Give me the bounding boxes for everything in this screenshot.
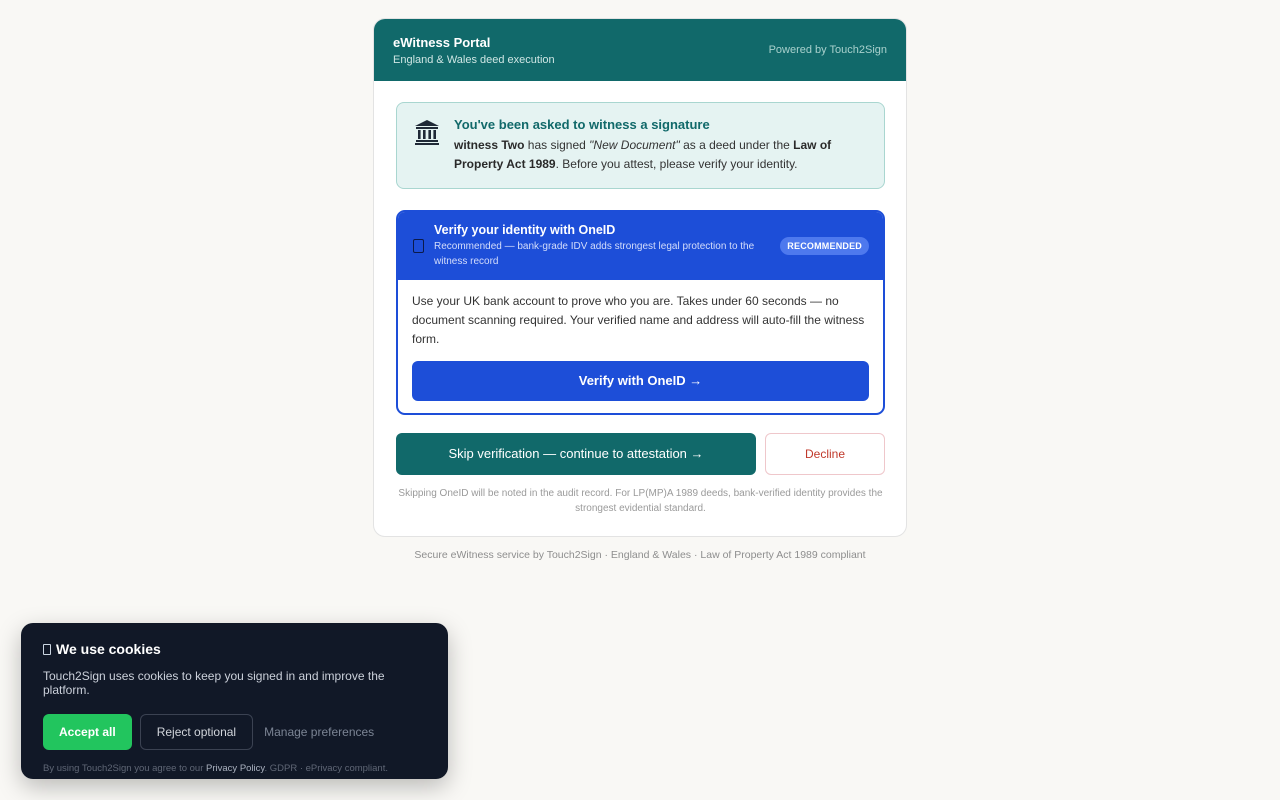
notice-text-3: . Before you attest, please verify your … <box>555 157 798 171</box>
notice-body: witness Two has signed "New Document" as… <box>454 136 868 174</box>
document-name: "New Document" <box>589 138 680 152</box>
manage-preferences-link[interactable]: Manage preferences <box>264 725 374 739</box>
card-header: eWitness Portal England & Wales deed exe… <box>374 19 906 81</box>
audit-note: Skipping OneID will be noted in the audi… <box>398 488 883 514</box>
notice-text-2: as a deed under the <box>679 138 794 152</box>
cookie-banner: We use cookies Touch2Sign uses cookies t… <box>21 623 448 779</box>
ewitness-card: eWitness Portal England & Wales deed exe… <box>373 18 907 537</box>
cookie-icon <box>43 643 51 655</box>
oneid-panel: Verify your identity with OneID Recommen… <box>396 210 885 415</box>
powered-by: Powered by Touch2Sign <box>768 44 887 56</box>
oneid-title: Verify your identity with OneID <box>434 223 616 237</box>
oneid-header: Verify your identity with OneID Recommen… <box>398 212 883 280</box>
phone-icon <box>413 239 424 253</box>
notice-title: You've been asked to witness a signature <box>454 117 710 132</box>
cookie-text: Touch2Sign uses cookies to keep you sign… <box>43 669 385 697</box>
portal-title: eWitness Portal <box>393 34 491 50</box>
legal-suffix: . GDPR · ePrivacy compliant. <box>264 763 388 774</box>
cookie-title: We use cookies <box>56 641 161 657</box>
skip-verification-button[interactable]: Skip verification — continue to attestat… <box>396 433 756 475</box>
reject-optional-button[interactable]: Reject optional <box>139 714 254 750</box>
decline-button[interactable]: Decline <box>765 433 885 475</box>
signer-name: witness Two <box>454 138 525 152</box>
notice-text-1: has signed <box>524 138 590 152</box>
portal-subtitle: England & Wales deed execution <box>393 53 555 66</box>
cookie-legal: By using Touch2Sign you agree to our Pri… <box>43 763 426 774</box>
legal-prefix: By using Touch2Sign you agree to our <box>43 763 207 774</box>
witness-request-notice: You've been asked to witness a signature… <box>396 102 885 189</box>
recommended-badge: RECOMMENDED <box>780 237 869 255</box>
verify-oneid-button[interactable]: Verify with OneID → <box>412 361 869 401</box>
cookie-title-row: We use cookies <box>43 641 426 657</box>
privacy-policy-link[interactable]: Privacy Policy <box>206 763 264 774</box>
cookie-actions: Accept all Reject optional Manage prefer… <box>43 714 426 750</box>
bank-building-icon <box>415 120 439 145</box>
accept-all-button[interactable]: Accept all <box>43 714 132 750</box>
oneid-description: Use your UK bank account to prove who yo… <box>412 294 865 346</box>
page-footer: Secure eWitness service by Touch2Sign · … <box>414 549 866 561</box>
brand: eWitness Portal England & Wales deed exe… <box>393 35 555 66</box>
oneid-subtitle: Recommended — bank-grade IDV adds strong… <box>434 241 755 267</box>
